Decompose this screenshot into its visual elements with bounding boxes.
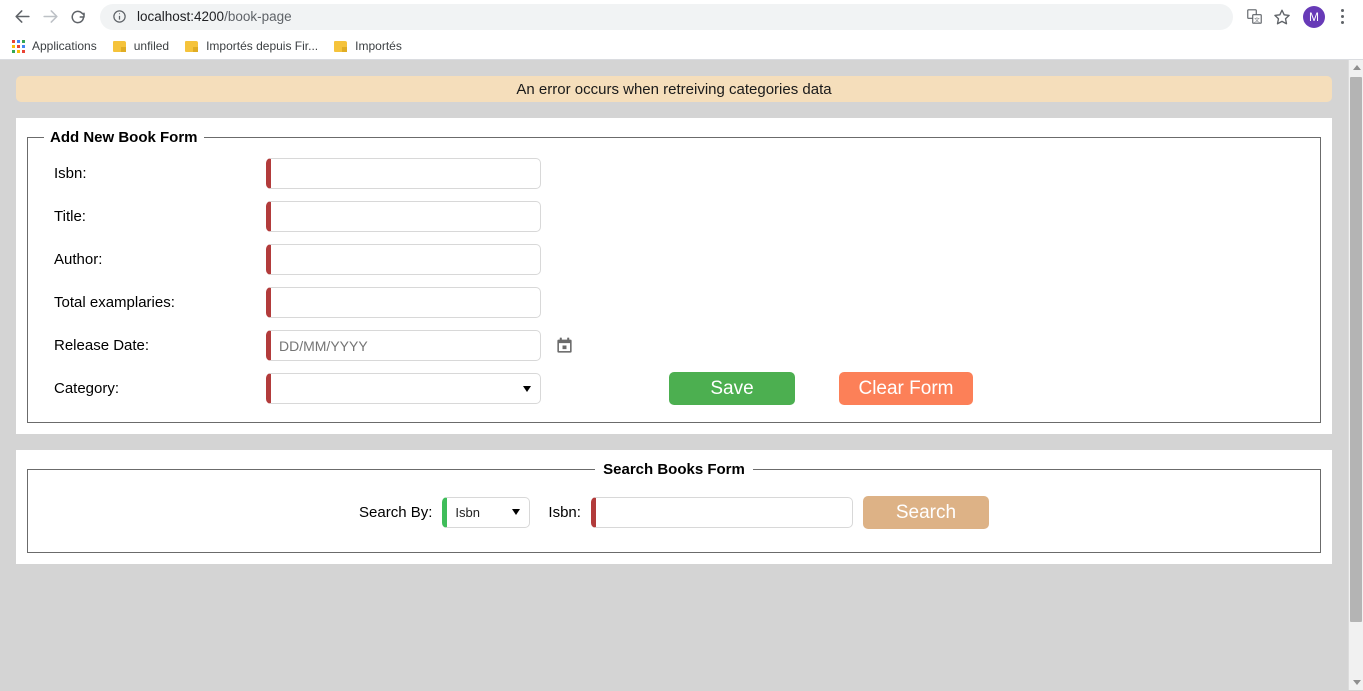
calendar-icon [557, 337, 572, 353]
translate-button[interactable]: 文 [1241, 4, 1267, 30]
author-label: Author: [54, 251, 103, 268]
avatar[interactable]: M [1303, 5, 1325, 28]
search-criteria-label: Isbn: [548, 503, 581, 521]
scroll-up-button[interactable] [1349, 60, 1363, 75]
total-examplaries-label: Total examplaries: [54, 294, 175, 311]
translate-icon: 文 [1246, 9, 1262, 24]
reload-icon [71, 10, 85, 23]
add-book-card: Add New Book Form Isbn: Title: Author: T… [16, 118, 1332, 434]
menu-dot [1340, 15, 1344, 18]
folder-icon [185, 40, 199, 52]
error-alert-message: An error occurs when retreiving categori… [516, 80, 832, 98]
release-date-input[interactable] [266, 330, 541, 361]
bookmark-button[interactable] [1269, 4, 1295, 30]
browser-toolbar: localhost:4200/book-page 文 M [0, 0, 1363, 33]
field-row-category: Category: Save Clear Form [40, 367, 1308, 410]
star-icon [1274, 9, 1290, 24]
bookmark-label: Applications [32, 39, 97, 53]
total-examplaries-input[interactable] [266, 287, 541, 318]
bookmark-label: unfiled [133, 39, 170, 53]
search-books-card: Search Books Form Search By: Isbn Isbn: … [16, 450, 1332, 564]
search-by-select[interactable]: Isbn [442, 496, 531, 528]
menu-dot [1340, 9, 1344, 12]
bookmark-label: Importés depuis Fir... [206, 39, 319, 53]
bookmark-label: Importés [355, 39, 402, 53]
calendar-picker-button[interactable] [555, 336, 574, 355]
field-row-title: Title: [40, 195, 1308, 238]
scrollbar-thumb[interactable] [1350, 77, 1362, 622]
page-viewport: An error occurs when retreiving categori… [0, 60, 1363, 690]
field-row-isbn: Isbn: [40, 152, 1308, 195]
forward-button[interactable] [36, 3, 64, 31]
search-row: Search By: Isbn Isbn: Search [40, 484, 1308, 540]
isbn-label: Isbn: [54, 165, 87, 182]
book-page: An error occurs when retreiving categori… [0, 76, 1348, 690]
bookmark-unfiled[interactable]: unfiled [111, 35, 177, 57]
url-path: /book-page [224, 9, 292, 24]
bookmark-applications[interactable]: Applications [10, 35, 105, 57]
search-by-label: Search By: [359, 503, 433, 521]
search-by-select-value: Isbn [442, 496, 531, 528]
error-alert: An error occurs when retreiving categori… [16, 76, 1332, 102]
title-label: Title: [54, 208, 86, 225]
category-select-value [266, 373, 541, 404]
release-date-label: Release Date: [54, 337, 150, 354]
arrow-left-icon [14, 10, 30, 23]
add-book-fieldset: Add New Book Form Isbn: Title: Author: T… [27, 129, 1321, 423]
reload-button[interactable] [64, 3, 92, 31]
search-button[interactable]: Search [862, 495, 989, 529]
clear-form-button[interactable]: Clear Form [839, 372, 973, 405]
address-bar[interactable]: localhost:4200/book-page [100, 3, 1233, 30]
chevron-down-icon [1352, 680, 1361, 685]
field-row-total-examplaries: Total examplaries: [40, 281, 1308, 324]
category-label: Category: [54, 380, 120, 397]
back-button[interactable] [8, 3, 36, 31]
folder-icon [112, 40, 127, 52]
vertical-scrollbar[interactable] [1348, 60, 1363, 690]
field-row-release-date: Release Date: [40, 324, 1308, 367]
info-circle-icon [113, 10, 126, 23]
browser-menu-button[interactable] [1331, 4, 1353, 30]
add-book-legend: Add New Book Form [50, 129, 198, 146]
title-input[interactable] [266, 201, 541, 232]
arrow-right-icon [42, 10, 58, 23]
save-button[interactable]: Save [669, 372, 795, 405]
search-books-fieldset: Search Books Form Search By: Isbn Isbn: … [27, 461, 1321, 553]
field-row-author: Author: [40, 238, 1308, 281]
search-books-legend: Search Books Form [603, 461, 745, 478]
bookmarks-bar: Applications unfiled Importés depuis Fir… [0, 33, 1363, 60]
browser-chrome: localhost:4200/book-page 文 M Application… [0, 0, 1363, 60]
bookmark-importes-depuis-firefox[interactable]: Importés depuis Fir... [183, 35, 326, 57]
scroll-down-button[interactable] [1349, 675, 1363, 690]
author-input[interactable] [266, 244, 541, 275]
isbn-input[interactable] [266, 158, 541, 189]
category-select[interactable] [266, 373, 541, 404]
url-host: localhost:4200 [137, 9, 225, 24]
search-criteria-input[interactable] [590, 496, 853, 528]
chevron-up-icon [1352, 65, 1361, 70]
url-text: localhost:4200/book-page [137, 9, 292, 24]
bookmark-importes[interactable]: Importés [332, 35, 410, 57]
scrollbar-track[interactable] [1349, 75, 1363, 675]
menu-dot [1340, 21, 1344, 24]
apps-grid-icon [12, 39, 25, 53]
folder-icon [334, 40, 348, 52]
